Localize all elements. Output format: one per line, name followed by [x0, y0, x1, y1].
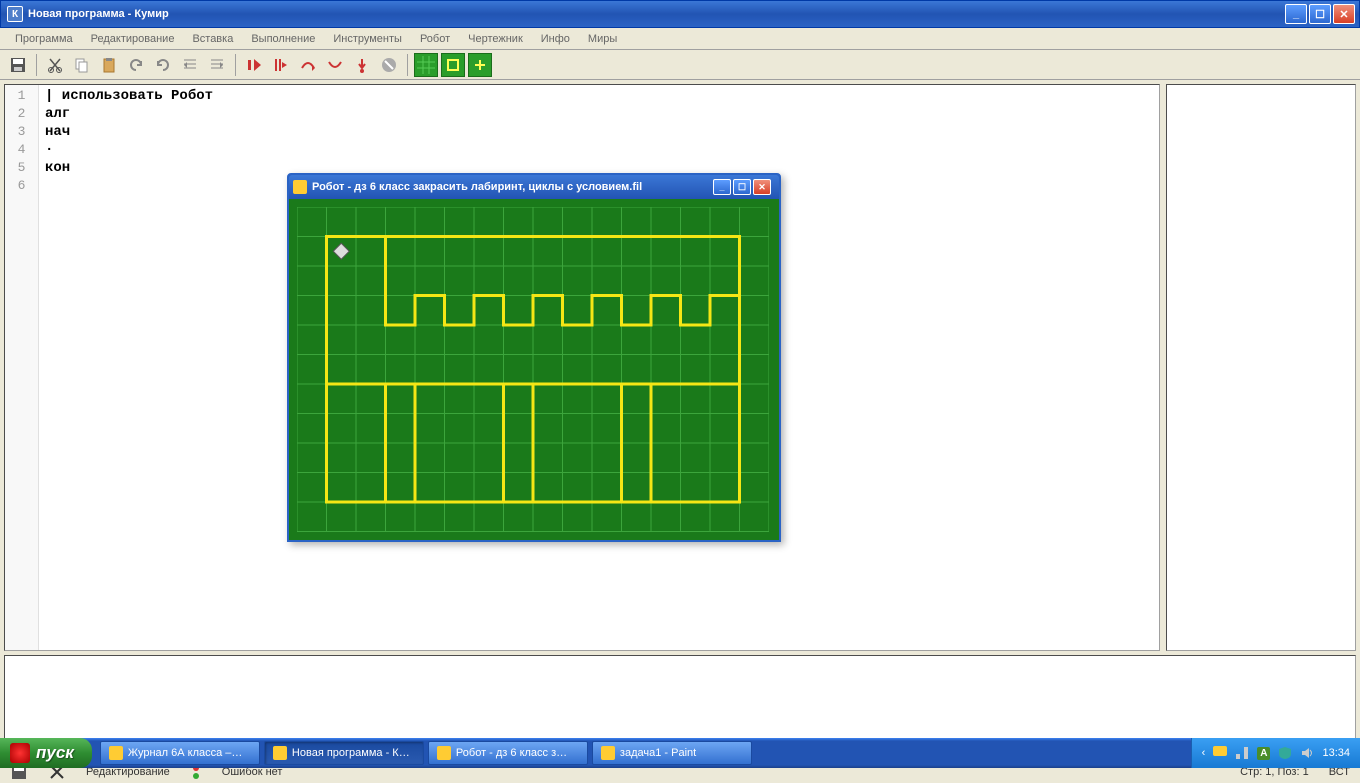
- task-icon: [437, 746, 451, 760]
- task-label: Робот - дз 6 класс з…: [456, 747, 567, 759]
- paste-icon[interactable]: [97, 53, 121, 77]
- step-over-icon[interactable]: [296, 53, 320, 77]
- robot-app-icon: [293, 180, 307, 194]
- language-indicator[interactable]: А: [1257, 747, 1270, 760]
- window-title: Новая программа - Кумир: [28, 8, 169, 20]
- start-button[interactable]: пуск: [0, 738, 92, 768]
- taskbar: пуск Журнал 6А класса –… Новая программа …: [0, 738, 1360, 768]
- redo-icon[interactable]: [151, 53, 175, 77]
- undo-icon[interactable]: [124, 53, 148, 77]
- line-number: 3: [5, 123, 38, 141]
- line-number: 1: [5, 87, 38, 105]
- menubar: ПрограммаРедактированиеВставкаВыполнение…: [0, 28, 1360, 50]
- step-icon[interactable]: [269, 53, 293, 77]
- tray-chat-icon[interactable]: [1213, 746, 1227, 760]
- robot-grid[interactable]: [297, 207, 769, 532]
- maximize-button[interactable]: ☐: [1309, 4, 1331, 24]
- app-icon: К: [7, 6, 23, 22]
- task-label: задача1 - Paint: [620, 747, 696, 759]
- task-button[interactable]: Новая программа - К…: [264, 741, 424, 765]
- stop-icon[interactable]: [377, 53, 401, 77]
- task-button[interactable]: Робот - дз 6 класс з…: [428, 741, 588, 765]
- code-line[interactable]: алг: [45, 105, 1159, 123]
- code-line[interactable]: ·: [45, 141, 1159, 159]
- line-number: 4: [5, 141, 38, 159]
- code-line[interactable]: | использовать Робот: [45, 87, 1159, 105]
- line-gutter: 123456: [5, 85, 39, 650]
- code-line[interactable]: нач: [45, 123, 1159, 141]
- continue-icon[interactable]: [350, 53, 374, 77]
- run-icon[interactable]: [242, 53, 266, 77]
- field-frame-icon[interactable]: [441, 53, 465, 77]
- toolbar: [0, 50, 1360, 80]
- start-label: пуск: [36, 743, 74, 763]
- step-into-icon[interactable]: [323, 53, 347, 77]
- field-plus-icon[interactable]: [468, 53, 492, 77]
- cut-icon[interactable]: [43, 53, 67, 77]
- field-grid-icon[interactable]: [414, 53, 438, 77]
- start-icon: [10, 743, 30, 763]
- clock[interactable]: 13:34: [1322, 747, 1350, 759]
- task-button[interactable]: задача1 - Paint: [592, 741, 752, 765]
- line-number: 2: [5, 105, 38, 123]
- task-icon: [273, 746, 287, 760]
- robot-window[interactable]: Робот - дз 6 класс закрасить лабиринт, ц…: [287, 173, 781, 542]
- task-label: Журнал 6А класса –…: [128, 747, 242, 759]
- robot-titlebar[interactable]: Робот - дз 6 класс закрасить лабиринт, ц…: [289, 175, 779, 199]
- menu-Вставка[interactable]: Вставка: [185, 31, 240, 47]
- line-number: 5: [5, 159, 38, 177]
- menu-Чертежник[interactable]: Чертежник: [461, 31, 530, 47]
- menu-Инфо[interactable]: Инфо: [534, 31, 577, 47]
- menu-Выполнение[interactable]: Выполнение: [244, 31, 322, 47]
- robot-minimize-button[interactable]: _: [713, 179, 731, 195]
- tray-arrow-icon[interactable]: ‹: [1202, 747, 1206, 759]
- task-icon: [601, 746, 615, 760]
- menu-Робот[interactable]: Робот: [413, 31, 457, 47]
- tray-shield-icon[interactable]: [1278, 746, 1292, 760]
- menu-Программа[interactable]: Программа: [8, 31, 80, 47]
- line-number: 6: [5, 177, 38, 195]
- tray-network-icon[interactable]: [1235, 746, 1249, 760]
- robot-field[interactable]: [289, 199, 779, 540]
- tray-volume-icon[interactable]: [1300, 746, 1314, 760]
- titlebar: К Новая программа - Кумир _ ☐ ✕: [0, 0, 1360, 28]
- side-panel: [1166, 84, 1356, 651]
- indent-icon[interactable]: [205, 53, 229, 77]
- robot-window-title: Робот - дз 6 класс закрасить лабиринт, ц…: [312, 181, 642, 193]
- robot-maximize-button[interactable]: ☐: [733, 179, 751, 195]
- menu-Редактирование[interactable]: Редактирование: [84, 31, 182, 47]
- menu-Миры[interactable]: Миры: [581, 31, 624, 47]
- task-label: Новая программа - К…: [292, 747, 410, 759]
- system-tray[interactable]: ‹ А 13:34: [1191, 738, 1360, 768]
- minimize-button[interactable]: _: [1285, 4, 1307, 24]
- close-button[interactable]: ✕: [1333, 4, 1355, 24]
- task-icon: [109, 746, 123, 760]
- copy-icon[interactable]: [70, 53, 94, 77]
- outdent-icon[interactable]: [178, 53, 202, 77]
- task-button[interactable]: Журнал 6А класса –…: [100, 741, 260, 765]
- robot-close-button[interactable]: ✕: [753, 179, 771, 195]
- menu-Инструменты[interactable]: Инструменты: [326, 31, 409, 47]
- save-icon[interactable]: [6, 53, 30, 77]
